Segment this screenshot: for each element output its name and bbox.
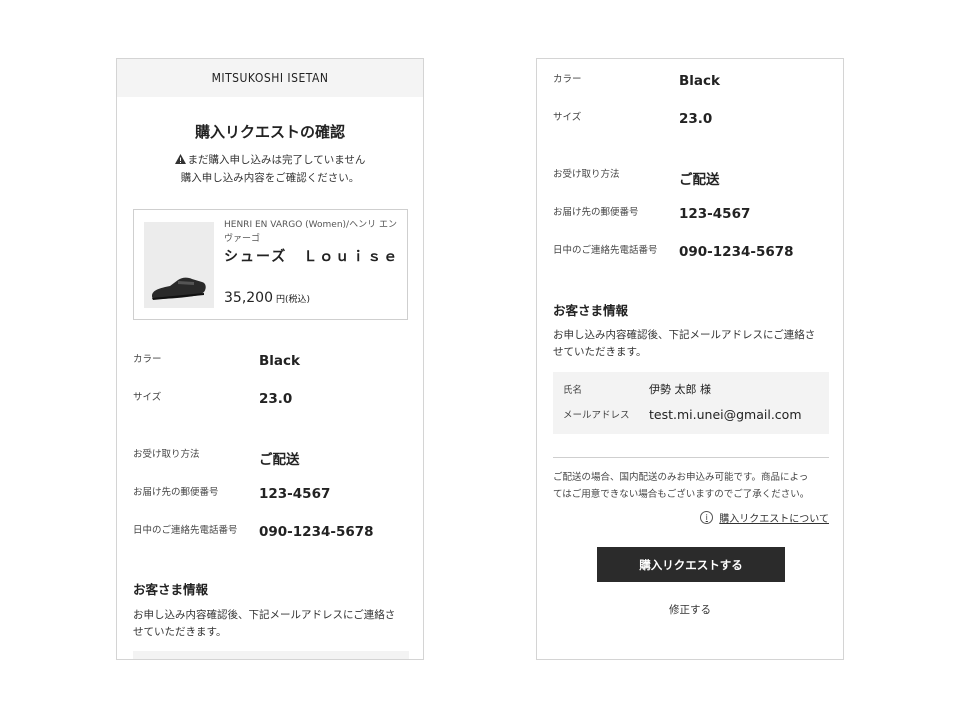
disclaimer-line-1: ご配送の場合、国内配送のみお申込み可能です。商品によっ <box>553 472 809 483</box>
product-price: 35,200 円(税込) <box>224 290 310 306</box>
postal-value: 123-4567 <box>259 486 331 502</box>
edit-link[interactable]: 修正する <box>537 602 843 617</box>
notice-message: まだ購入申し込みは完了していません 購入申し込み内容をご確認ください。 <box>117 152 423 187</box>
color-label: カラー <box>553 74 582 85</box>
size-label: サイズ <box>133 392 162 403</box>
customer-name-label: 氏名 <box>563 385 583 396</box>
submit-request-button[interactable]: 購入リクエストする <box>597 547 785 582</box>
divider <box>553 457 829 458</box>
method-label: お受け取り方法 <box>553 169 620 180</box>
size-value: 23.0 <box>679 111 713 127</box>
customer-name-value: 伊勢 太郎 様 <box>649 383 711 396</box>
about-request-link-label: 購入リクエストについて <box>719 514 829 525</box>
brand-header: MITSUKOSHI ISETAN <box>117 59 423 97</box>
customer-section-desc: お申し込み内容確認後、下記メールアドレスにご連絡さ せていただきます。 <box>133 607 413 641</box>
customer-section-title: お客さま情報 <box>133 582 209 597</box>
postal-value: 123-4567 <box>679 206 751 222</box>
warning-icon <box>174 153 186 170</box>
customer-email-label: メールアドレス <box>563 410 630 421</box>
price-value: 35,200 <box>224 290 273 306</box>
product-brand: HENRI EN VARGO (Women)/ヘンリ エン ヴァーゴ <box>224 220 397 244</box>
size-value: 23.0 <box>259 391 293 407</box>
about-request-link[interactable]: i 購入リクエストについて <box>700 510 829 525</box>
customer-desc-line-1: お申し込み内容確認後、下記メールアドレスにご連絡さ <box>553 329 816 341</box>
customer-section-desc: お申し込み内容確認後、下記メールアドレスにご連絡さ せていただきます。 <box>553 327 833 361</box>
color-value: Black <box>679 73 721 89</box>
color-value: Black <box>259 353 301 369</box>
phone-screen-left: MITSUKOSHI ISETAN 購入リクエストの確認 まだ購入申し込みは完了… <box>116 58 424 660</box>
postal-label: お届け先の郵便番号 <box>553 207 639 218</box>
product-name: シューズ Ｌｏｕｉｓｅ <box>224 249 400 265</box>
customer-desc-line-1: お申し込み内容確認後、下記メールアドレスにご連絡さ <box>133 609 396 621</box>
postal-label: お届け先の郵便番号 <box>133 487 219 498</box>
customer-section-title: お客さま情報 <box>553 303 629 318</box>
customer-info-box: 氏名 伊勢 太郎 様 メールアドレス test.mi.unei@gmail.co… <box>553 372 829 434</box>
phone-screen-right: カラー Black サイズ 23.0 お受け取り方法 ご配送 お届け先の郵便番号… <box>536 58 844 660</box>
customer-email-value: test.mi.unei@gmail.com <box>649 407 802 422</box>
customer-desc-line-2: せていただきます。 <box>133 626 227 638</box>
method-label: お受け取り方法 <box>133 449 200 460</box>
size-label: サイズ <box>553 112 582 123</box>
phone-value: 090-1234-5678 <box>259 524 374 540</box>
disclaimer-line-2: てはご用意できない場合もございますのでご了承ください。 <box>553 489 810 500</box>
customer-box-partial <box>133 651 409 659</box>
shoe-icon <box>152 277 206 300</box>
page-title: 購入リクエストの確認 <box>194 123 345 141</box>
color-label: カラー <box>133 354 162 365</box>
product-card: HENRI EN VARGO (Women)/ヘンリ エン ヴァーゴ シューズ … <box>133 209 408 320</box>
phone-label: 日中のご連絡先電話番号 <box>133 525 238 536</box>
method-value: ご配送 <box>679 172 720 188</box>
info-icon: i <box>700 511 714 524</box>
product-image <box>144 222 214 308</box>
delivery-disclaimer: ご配送の場合、国内配送のみお申込み可能です。商品によっ てはご用意できない場合も… <box>553 469 833 503</box>
price-unit: 円(税込) <box>276 295 311 305</box>
brand-logo[interactable]: MITSUKOSHI ISETAN <box>212 71 329 85</box>
phone-value: 090-1234-5678 <box>679 244 794 260</box>
notice-line-2: 購入申し込み内容をご確認ください。 <box>180 172 360 184</box>
notice-line-1: まだ購入申し込みは完了していません <box>187 154 366 166</box>
phone-label: 日中のご連絡先電話番号 <box>553 245 658 256</box>
customer-desc-line-2: せていただきます。 <box>553 346 647 358</box>
method-value: ご配送 <box>259 452 300 468</box>
